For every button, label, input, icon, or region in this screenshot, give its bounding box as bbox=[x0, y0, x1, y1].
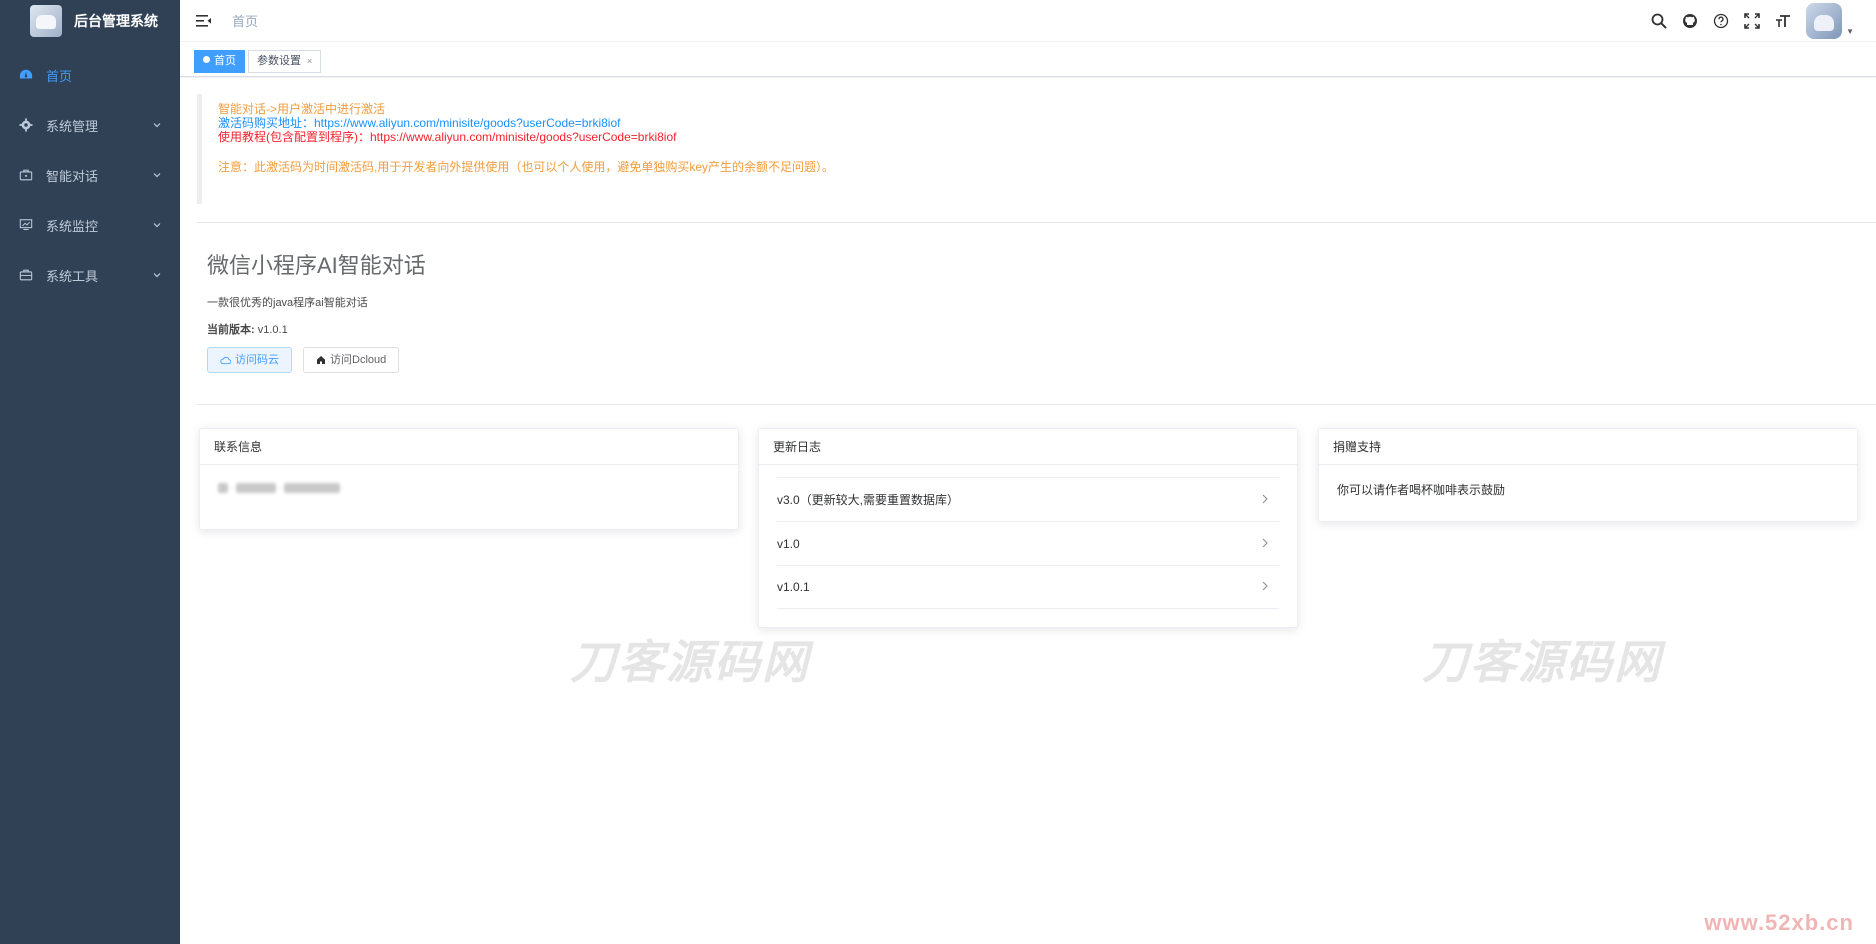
sidebar-item-label: 系统工具 bbox=[46, 268, 99, 284]
notice-block: 智能对话->用户激活中进行激活 激活码购买地址：https://www.aliy… bbox=[197, 94, 1876, 204]
sidebar-item-system-monitor[interactable]: 系统监控 bbox=[0, 200, 180, 250]
tags-view: 首页 参数设置 × bbox=[180, 47, 1876, 77]
sidebar-item-system-management[interactable]: 系统管理 bbox=[0, 100, 180, 150]
chevron-right-icon bbox=[1261, 493, 1269, 507]
sidebar-item-home[interactable]: 首页 bbox=[0, 50, 180, 100]
app-title: 后台管理系统 bbox=[74, 13, 158, 29]
notice-line-warning: 注意：此激活码为时间激活码,用于开发者向外提供使用（也可以个人使用，避免单独购买… bbox=[218, 160, 835, 174]
changelog-item-label: v3.0（更新较大,需要重置数据库） bbox=[777, 493, 960, 507]
chevron-down-icon bbox=[152, 268, 162, 283]
version-label: 当前版本: bbox=[207, 324, 255, 336]
navbar-actions: ▼ bbox=[1643, 0, 1854, 42]
close-icon[interactable]: × bbox=[307, 56, 312, 66]
sidebar-item-label: 智能对话 bbox=[46, 168, 99, 184]
app-description: 一款很优秀的java程序ai智能对话 bbox=[207, 297, 368, 309]
github-icon[interactable] bbox=[1674, 0, 1705, 42]
visit-dcloud-button[interactable]: 访问Dcloud bbox=[303, 347, 400, 373]
donate-text: 你可以请作者喝杯咖啡表示鼓励 bbox=[1337, 483, 1506, 497]
briefcase-icon bbox=[18, 167, 34, 183]
chevron-down-icon bbox=[152, 118, 162, 133]
card-title: 捐赠支持 bbox=[1319, 429, 1857, 465]
monitor-icon bbox=[18, 217, 34, 233]
watermark: 刀客源码网 bbox=[1422, 636, 1662, 688]
sidebar-item-label: 首页 bbox=[46, 68, 73, 84]
font-size-icon[interactable] bbox=[1767, 0, 1798, 42]
contact-card: 联系信息 bbox=[199, 428, 739, 530]
dashboard-icon bbox=[18, 67, 34, 83]
site-watermark: www.52xb.cn bbox=[1704, 910, 1854, 935]
chevron-down-icon bbox=[152, 218, 162, 233]
divider bbox=[197, 404, 1876, 405]
sidebar-item-label: 系统管理 bbox=[46, 118, 99, 134]
sidebar-menu: 首页 系统管理 智能对话 系统监控 系统工具 bbox=[0, 50, 180, 300]
fullscreen-icon[interactable] bbox=[1736, 0, 1767, 42]
menu-toggle-icon[interactable] bbox=[194, 11, 214, 31]
button-label: 访问码云 bbox=[235, 354, 279, 366]
notice-line-purchase-link[interactable]: 激活码购买地址：https://www.aliyun.com/minisite/… bbox=[218, 116, 1876, 130]
changelog-item[interactable]: v1.0 bbox=[777, 521, 1279, 565]
donate-card: 捐赠支持 你可以请作者喝杯咖啡表示鼓励 bbox=[1318, 428, 1858, 522]
tag-label: 首页 bbox=[214, 55, 236, 67]
toolbox-icon bbox=[18, 267, 34, 283]
chevron-down-icon bbox=[152, 168, 162, 183]
redacted-contact bbox=[218, 483, 720, 493]
sidebar: 后台管理系统 首页 系统管理 智能对话 系统监控 系统工具 bbox=[0, 0, 180, 944]
contact-body bbox=[200, 465, 738, 529]
cloud-icon bbox=[220, 356, 231, 364]
sidebar-item-system-tools[interactable]: 系统工具 bbox=[0, 250, 180, 300]
divider bbox=[197, 222, 1876, 223]
notice-line-tutorial-link[interactable]: 使用教程(包含配置到程序)：https://www.aliyun.com/min… bbox=[218, 130, 1876, 144]
page-title: 微信小程序AI智能对话 bbox=[207, 253, 426, 278]
card-title: 更新日志 bbox=[759, 429, 1297, 465]
logo-image bbox=[30, 5, 62, 37]
logo[interactable]: 后台管理系统 bbox=[0, 0, 180, 42]
changelog-item-label: v1.0.1 bbox=[777, 580, 810, 594]
caret-down-icon[interactable]: ▼ bbox=[1846, 27, 1854, 36]
visit-gitee-button[interactable]: 访问码云 bbox=[207, 347, 292, 373]
sidebar-item-label: 系统监控 bbox=[46, 218, 99, 234]
card-title: 联系信息 bbox=[200, 429, 738, 465]
chevron-right-icon bbox=[1261, 537, 1269, 551]
notice-line-activation: 智能对话->用户激活中进行激活 bbox=[218, 102, 386, 116]
gear-icon bbox=[18, 117, 34, 133]
tag-label: 参数设置 bbox=[257, 55, 301, 67]
tag-home[interactable]: 首页 bbox=[194, 50, 245, 73]
changelog-item[interactable]: v3.0（更新较大,需要重置数据库） bbox=[777, 477, 1279, 521]
changelog-item[interactable]: v1.0.1 bbox=[777, 565, 1279, 609]
changelog-item-label: v1.0 bbox=[777, 536, 800, 551]
help-icon[interactable] bbox=[1705, 0, 1736, 42]
home-icon bbox=[317, 356, 325, 364]
version-value: v1.0.1 bbox=[257, 324, 288, 336]
main-content: 智能对话->用户激活中进行激活 激活码购买地址：https://www.aliy… bbox=[180, 78, 1876, 944]
chevron-right-icon bbox=[1261, 580, 1269, 594]
tag-parameter-settings[interactable]: 参数设置 × bbox=[248, 50, 322, 73]
sidebar-item-smart-chat[interactable]: 智能对话 bbox=[0, 150, 180, 200]
donate-body: 你可以请作者喝杯咖啡表示鼓励 bbox=[1319, 465, 1857, 521]
watermark: 刀客源码网 bbox=[570, 636, 810, 688]
button-label: 访问Dcloud bbox=[330, 354, 387, 366]
changelog-card: 更新日志 v3.0（更新较大,需要重置数据库） v1.0 v1.0.1 bbox=[758, 428, 1298, 628]
changelog-list: v3.0（更新较大,需要重置数据库） v1.0 v1.0.1 bbox=[759, 465, 1297, 627]
avatar[interactable] bbox=[1806, 3, 1843, 39]
breadcrumb[interactable]: 首页 bbox=[232, 11, 258, 30]
navbar: 首页 ▼ bbox=[180, 0, 1876, 42]
version-line: 当前版本: v1.0.1 bbox=[207, 321, 288, 337]
search-icon[interactable] bbox=[1643, 0, 1674, 42]
